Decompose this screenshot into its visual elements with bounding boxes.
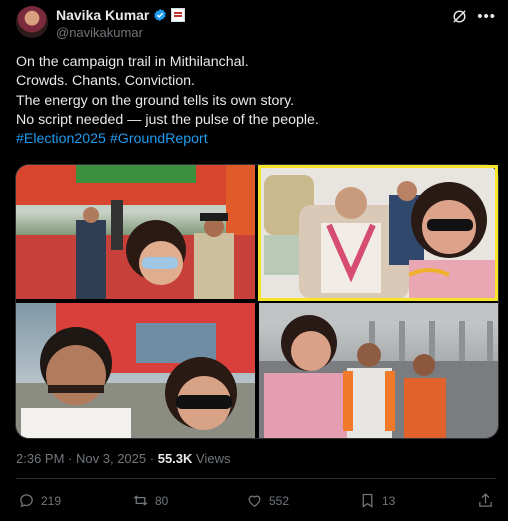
hashtag-link[interactable]: #GroundReport [110, 131, 208, 147]
like-button[interactable]: 552 [246, 492, 289, 509]
more-options-icon[interactable]: ••• [477, 8, 496, 25]
hashtag-link[interactable]: #Election2025 [16, 131, 106, 147]
share-icon [479, 493, 492, 507]
author-handle[interactable]: @navikakumar [56, 25, 143, 40]
like-count: 552 [269, 493, 290, 508]
views-count: 55.3K [157, 451, 193, 466]
reply-button[interactable]: 219 [18, 492, 61, 509]
tweet-text: On the campaign trail in Mithilanchal. C… [16, 53, 496, 149]
tweet-line: The energy on the ground tells its own s… [16, 92, 295, 109]
repost-count: 80 [155, 493, 169, 508]
repost-button[interactable]: 80 [132, 492, 168, 509]
tweet-date[interactable]: Nov 3, 2025 [76, 451, 146, 466]
reply-count: 219 [41, 493, 62, 508]
verified-badge-icon [154, 8, 167, 21]
tweet-line: On the campaign trail in Mithilanchal. [16, 54, 249, 70]
tweet-header: Navika Kumar @navikakumar ••• [16, 6, 496, 42]
author-name-row: Navika Kumar [56, 6, 186, 23]
bookmark-icon [362, 493, 373, 508]
affiliation-badge-icon[interactable] [171, 7, 186, 22]
meta-separator: · [149, 451, 155, 466]
divider [16, 478, 496, 479]
views-label: Views [196, 451, 231, 466]
reply-icon [20, 494, 33, 508]
helicopter-side-photo[interactable] [16, 303, 255, 438]
meta-separator: · [68, 451, 73, 466]
author-display-name[interactable]: Navika Kumar [56, 7, 149, 23]
share-button[interactable] [477, 492, 494, 509]
tweet-line: No script needed — just the pulse of the… [16, 111, 319, 128]
airstrip-group-photo[interactable] [259, 303, 498, 438]
tweet-line: Crowds. Chants. Conviction. [16, 73, 195, 90]
rally-stage-photo[interactable] [16, 165, 255, 299]
grok-icon[interactable] [451, 8, 468, 25]
hashtag-line: #Election2025 #GroundReport [16, 130, 496, 149]
tweet-meta: 2:36 PM · Nov 3, 2025 · 55.3K Views [16, 451, 231, 466]
heart-icon [248, 495, 261, 507]
bookmark-count: 13 [382, 493, 396, 508]
tweet-time[interactable]: 2:36 PM [16, 451, 64, 466]
avatar[interactable] [16, 6, 48, 38]
repost-icon [133, 495, 148, 506]
media-grid [15, 164, 499, 439]
action-bar: 219 80 552 13 [16, 492, 494, 514]
helicopter-selfie-photo[interactable] [259, 165, 498, 299]
bookmark-button[interactable]: 13 [359, 492, 395, 509]
